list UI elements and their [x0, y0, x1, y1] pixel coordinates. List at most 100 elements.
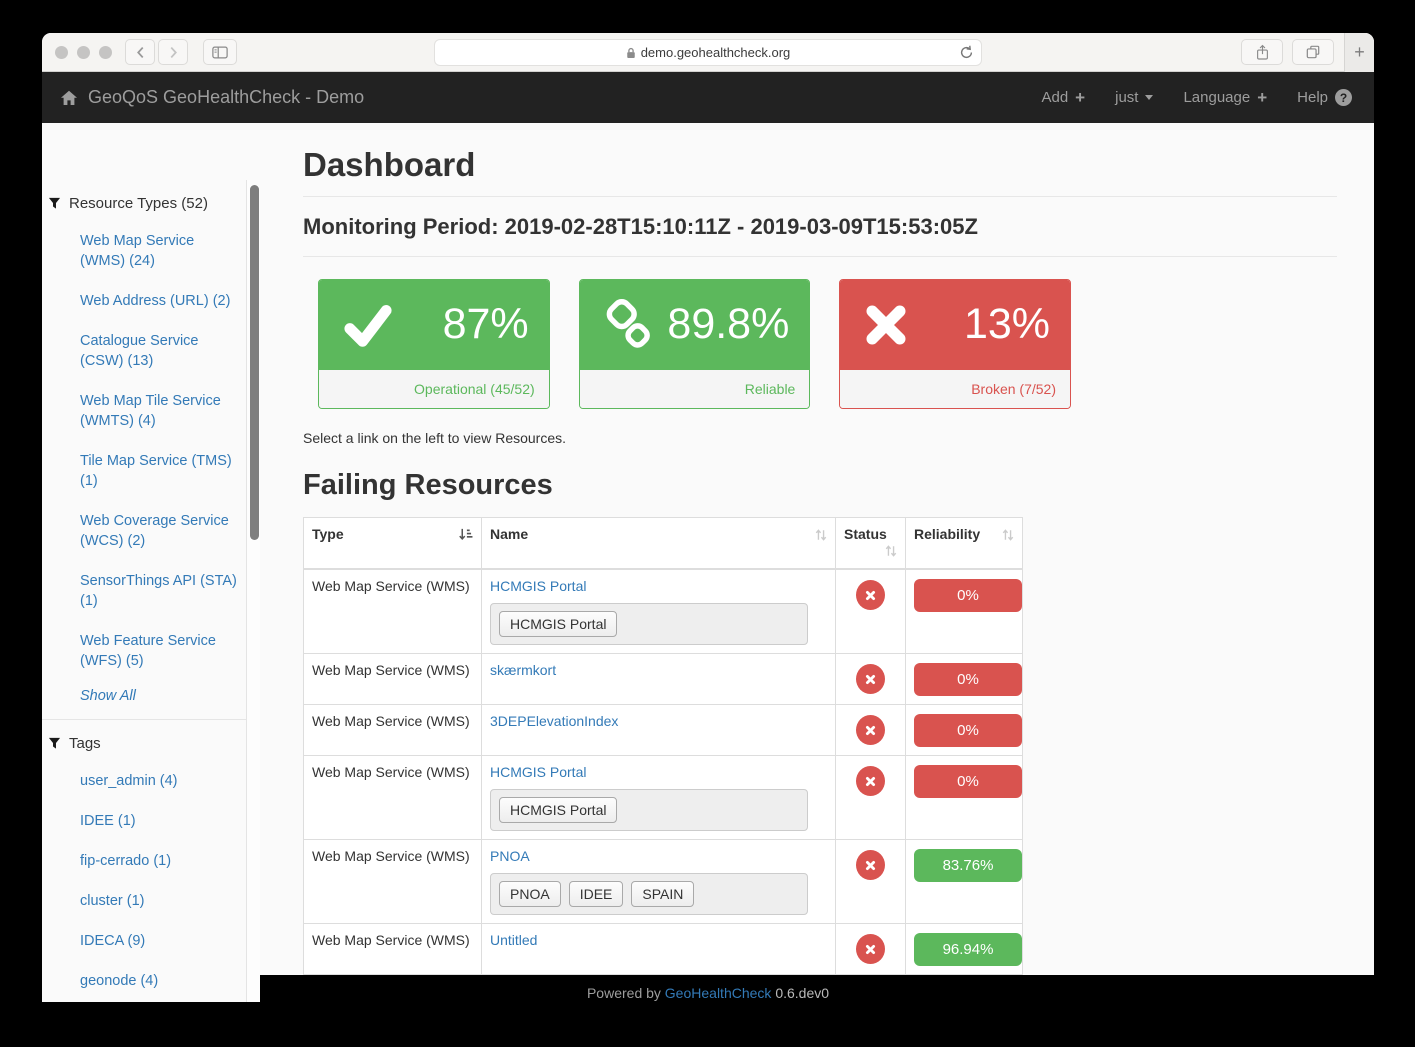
broken-status-icon[interactable]: [856, 766, 885, 796]
reliability-badge[interactable]: 0%: [914, 765, 1022, 798]
resource-type: Web Map Service (WMS): [304, 654, 482, 705]
tabs-icon: [1306, 45, 1320, 59]
table-row: Web Map Service (WMS) PNOA PNOA IDEE SPA…: [304, 840, 1023, 924]
broken-status-icon[interactable]: [856, 715, 885, 745]
page-title: Dashboard: [303, 146, 1337, 184]
tag-list: HCMGIS Portal: [490, 603, 808, 645]
refresh-button[interactable]: [959, 45, 974, 60]
navbar-item-help[interactable]: Help ?: [1297, 89, 1352, 106]
sidebar-item-sta[interactable]: SensorThings API (STA) (1): [80, 571, 242, 611]
share-button[interactable]: [1241, 39, 1283, 65]
hint-text: Select a link on the left to view Resour…: [303, 430, 1337, 446]
show-all-link[interactable]: Show All: [80, 687, 260, 705]
summary-cards: 87% Operational (45/52) 89.8% Reliable 1…: [318, 279, 1071, 409]
resource-type: Web Map Service (WMS): [304, 705, 482, 756]
app-navbar: GeoQoS GeoHealthCheck - Demo Add + just …: [42, 72, 1374, 123]
tag-chip[interactable]: HCMGIS Portal: [499, 611, 617, 637]
tag-chip[interactable]: IDEE: [569, 881, 624, 907]
minimize-window-button[interactable]: [77, 46, 90, 59]
reliability-badge[interactable]: 83.76%: [914, 849, 1022, 882]
chain-icon: [600, 296, 658, 354]
resource-link[interactable]: Untitled: [490, 932, 537, 948]
navbar-item-language[interactable]: Language +: [1183, 89, 1267, 106]
table-row: Web Map Service (WMS) skærmkort 0%: [304, 654, 1023, 705]
close-window-button[interactable]: [55, 46, 68, 59]
back-button[interactable]: [125, 39, 155, 65]
failing-resources-table: Type Name Status Reliability: [303, 517, 1023, 1040]
sidebar-item-wcs[interactable]: Web Coverage Service (WCS) (2): [80, 511, 242, 551]
column-header-reliability[interactable]: Reliability: [906, 518, 1023, 570]
reliability-badge[interactable]: 96.94%: [914, 933, 1022, 966]
zoom-window-button[interactable]: [99, 46, 112, 59]
broken-status-icon[interactable]: [856, 850, 885, 880]
tags-header: Tags: [42, 720, 260, 765]
plus-icon: +: [1257, 89, 1267, 106]
reliable-label: Reliable: [580, 369, 810, 408]
sidebar-item-url[interactable]: Web Address (URL) (2): [80, 291, 242, 311]
scrollbar-thumb[interactable]: [250, 185, 259, 540]
broken-status-icon[interactable]: [856, 580, 885, 610]
sidebar-item-wms[interactable]: Web Map Service (WMS) (24): [80, 231, 242, 271]
broken-card[interactable]: 13% Broken (7/52): [839, 279, 1071, 409]
tag-chip[interactable]: PNOA: [499, 881, 561, 907]
sidebar-item-tms[interactable]: Tile Map Service (TMS) (1): [80, 451, 242, 491]
resource-link[interactable]: PNOA: [490, 848, 530, 864]
divider: [303, 196, 1337, 197]
tag-item-cluster[interactable]: cluster (1): [80, 891, 242, 911]
broken-status-icon[interactable]: [856, 664, 885, 694]
reliable-percent: 89.8%: [667, 300, 789, 349]
address-bar[interactable]: demo.geohealthcheck.org: [434, 39, 982, 66]
navbar-item-add[interactable]: Add +: [1041, 89, 1085, 106]
tag-item-geonode[interactable]: geonode (4): [80, 971, 242, 991]
navbar-item-user[interactable]: just: [1115, 89, 1153, 106]
question-circle-icon: ?: [1335, 89, 1352, 106]
resource-link[interactable]: HCMGIS Portal: [490, 764, 586, 780]
operational-card[interactable]: 87% Operational (45/52): [318, 279, 550, 409]
new-tab-button[interactable]: +: [1344, 33, 1374, 72]
refresh-icon: [959, 45, 974, 60]
resource-type: Web Map Service (WMS): [304, 756, 482, 840]
lock-icon: [626, 47, 636, 59]
failing-resources-title: Failing Resources: [303, 469, 1337, 502]
operational-label: Operational (45/52): [319, 369, 549, 408]
tag-item-idee[interactable]: IDEE (1): [80, 811, 242, 831]
reliability-badge[interactable]: 0%: [914, 579, 1022, 612]
tag-item-fip-cerrado[interactable]: fip-cerrado (1): [80, 851, 242, 871]
sidebar-toggle-button[interactable]: [203, 39, 237, 65]
sort-both-icon: [1002, 528, 1014, 544]
column-header-type[interactable]: Type: [304, 518, 482, 570]
reliable-card[interactable]: 89.8% Reliable: [579, 279, 811, 409]
x-icon: [860, 299, 912, 351]
filter-icon: [48, 737, 61, 750]
sidebar-item-csw[interactable]: Catalogue Service (CSW) (13): [80, 331, 242, 371]
column-header-status[interactable]: Status: [836, 518, 906, 570]
column-header-name[interactable]: Name: [482, 518, 836, 570]
reliability-badge[interactable]: 0%: [914, 714, 1022, 747]
tag-list: HCMGIS Portal: [490, 789, 808, 831]
tag-chip[interactable]: SPAIN: [631, 881, 694, 907]
show-tabs-button[interactable]: [1292, 39, 1334, 65]
divider: [303, 256, 1337, 257]
share-icon: [1256, 44, 1269, 61]
sort-both-icon: [815, 528, 827, 544]
tag-item-user-admin[interactable]: user_admin (4): [80, 771, 242, 791]
filter-icon: [48, 197, 61, 210]
tag-chip[interactable]: HCMGIS Portal: [499, 797, 617, 823]
navbar-brand[interactable]: GeoQoS GeoHealthCheck - Demo: [60, 87, 364, 108]
forward-button[interactable]: [158, 39, 188, 65]
resource-link[interactable]: HCMGIS Portal: [490, 578, 586, 594]
reliability-badge[interactable]: 0%: [914, 663, 1022, 696]
sidebar-item-wmts[interactable]: Web Map Tile Service (WMTS) (4): [80, 391, 242, 431]
footer-text: Powered by: [587, 985, 661, 1001]
footer-version: 0.6.dev0: [775, 985, 829, 1001]
tag-item-ideca[interactable]: IDECA (9): [80, 931, 242, 951]
url-text: demo.geohealthcheck.org: [641, 45, 791, 60]
sidebar-scrollbar[interactable]: [246, 180, 260, 1002]
monitoring-period: Monitoring Period: 2019-02-28T15:10:11Z …: [303, 214, 1337, 240]
broken-status-icon[interactable]: [856, 934, 885, 964]
sidebar-item-wfs[interactable]: Web Feature Service (WFS) (5): [80, 631, 242, 671]
resource-link[interactable]: 3DEPElevationIndex: [490, 713, 618, 729]
geohealthcheck-link[interactable]: GeoHealthCheck: [665, 985, 772, 1001]
resource-link[interactable]: skærmkort: [490, 662, 556, 678]
broken-percent: 13%: [964, 300, 1050, 349]
